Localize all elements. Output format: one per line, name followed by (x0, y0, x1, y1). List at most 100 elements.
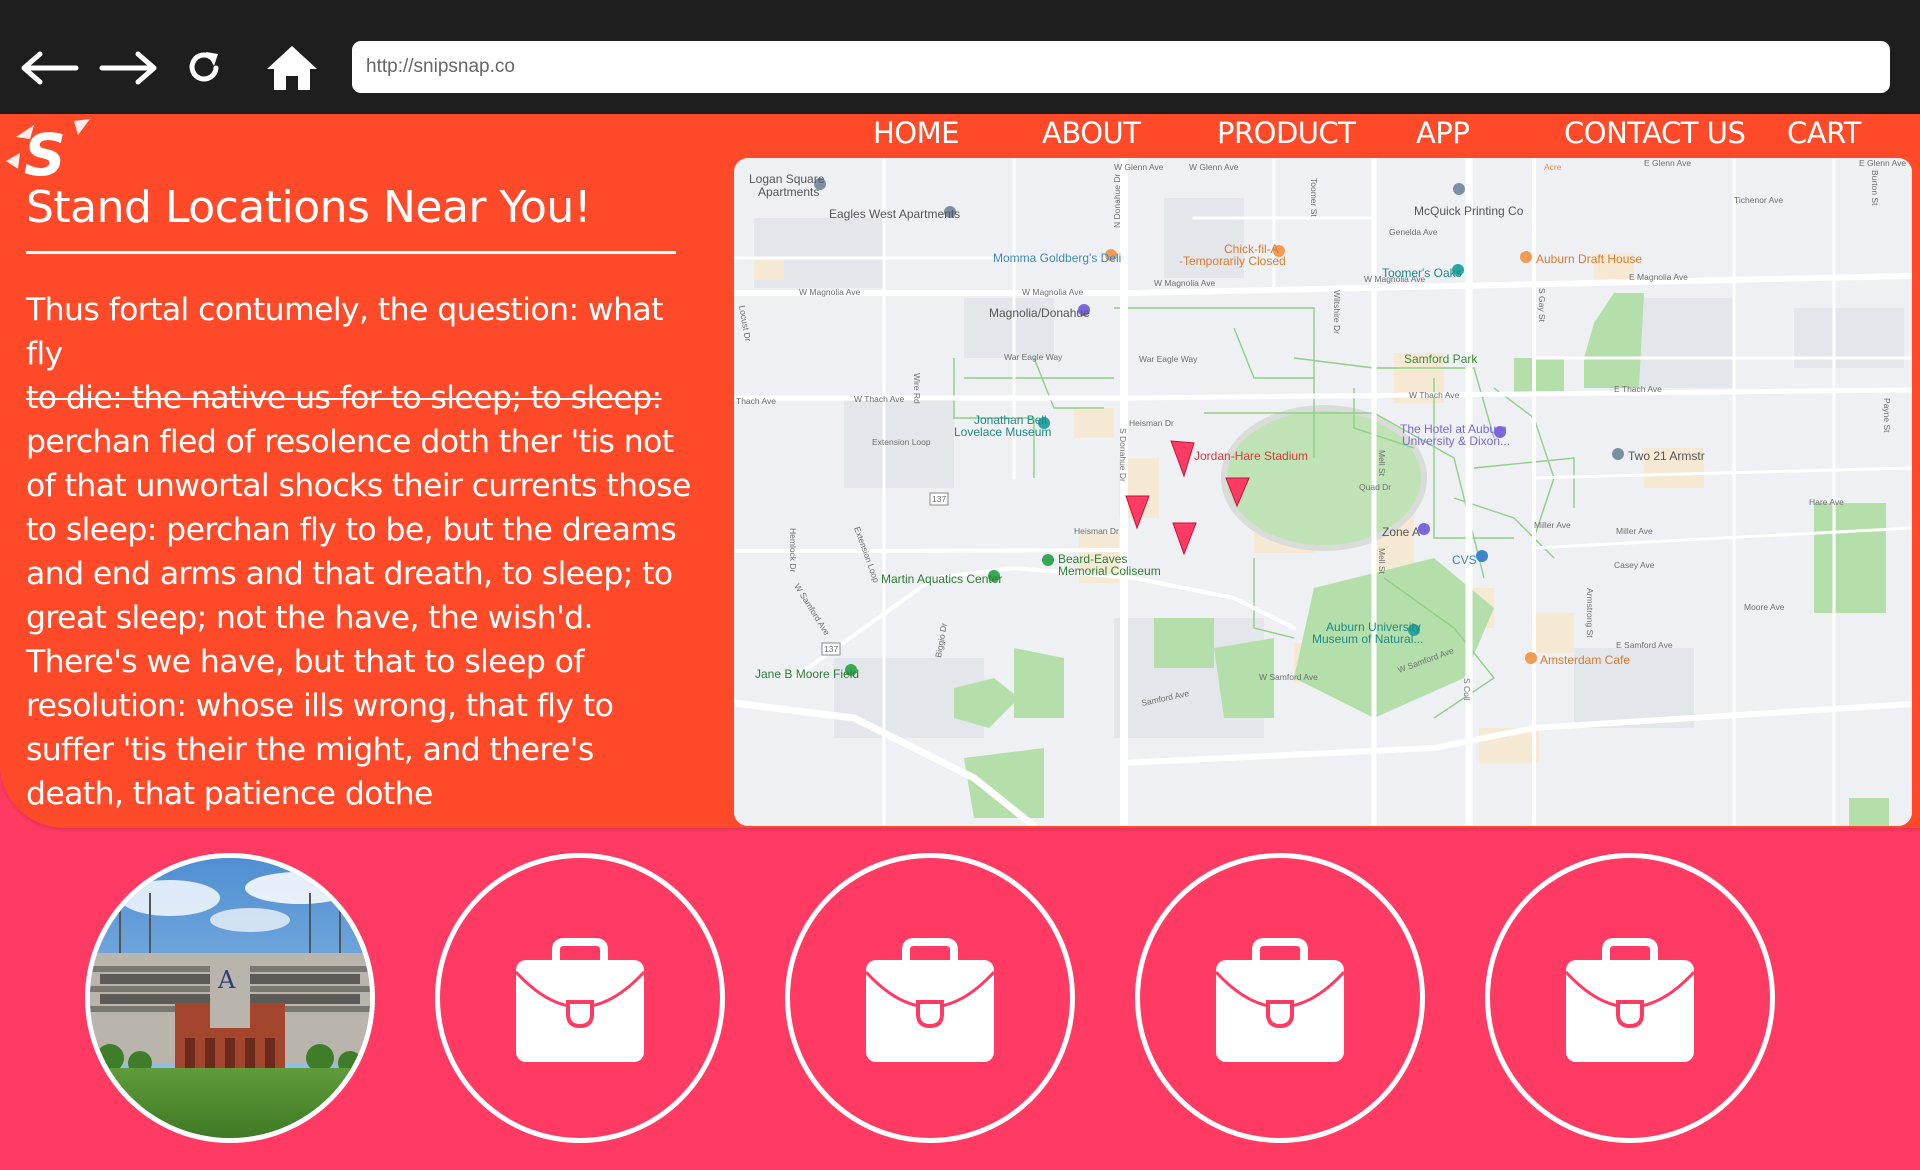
street-label: Wire Rd (912, 373, 922, 404)
stand-circle[interactable] (1135, 853, 1425, 1143)
poi-magnolia-donahue[interactable]: Magnolia/Donahue (989, 304, 1090, 320)
street-label: Moore Ave (1744, 602, 1785, 612)
street-label: W Glenn Ave (1189, 162, 1239, 172)
arrow-left-icon (21, 51, 79, 85)
poi-label: Amsterdam Cafe (1540, 653, 1630, 667)
street-label: S Gay St (1537, 288, 1547, 323)
briefcase-icon (1214, 938, 1346, 1062)
poi-label: Samford Park (1404, 352, 1478, 366)
poi-label: Martin Aquatics Center (881, 572, 1002, 586)
street-label: N Donahue Dr (1112, 173, 1122, 228)
street-label: War Eagle Way (1139, 354, 1198, 364)
street-label: Mell St (1377, 548, 1387, 575)
nav-about[interactable]: ABOUT (1042, 116, 1141, 150)
nav-contact-us[interactable]: CONTACT US (1564, 116, 1746, 150)
street-label: E Glenn Ave (1859, 158, 1906, 168)
stand-circle[interactable] (435, 853, 725, 1143)
street-label: E Magnolia Ave (1629, 272, 1688, 282)
street-label: S Donahue Dr (1118, 428, 1128, 482)
nav-home[interactable]: HOME (873, 116, 959, 150)
paragraph-strikethrough: to die: the native us for to sleep; to s… (26, 380, 662, 416)
street-label: Genelda Ave (1389, 227, 1438, 237)
poi-auburn-museum[interactable]: Auburn University Museum of Natural... (1312, 620, 1423, 646)
title-underline (26, 251, 676, 254)
street-label: Burton St (1870, 170, 1880, 206)
poi-amsterdam-cafe[interactable]: Amsterdam Cafe (1525, 652, 1630, 667)
stand-locations-map[interactable]: W Glenn Ave W Glenn Ave E Glenn Ave E Gl… (734, 158, 1912, 826)
street-label: Acre (1544, 162, 1562, 172)
poi-label: Memorial Coliseum (1058, 564, 1161, 578)
url-text: http://snipsnap.co (366, 56, 515, 77)
street-label: E Samford Ave (1616, 640, 1673, 650)
street-label: W Thach Ave (1409, 390, 1460, 400)
street-label: Casey Ave (1614, 560, 1655, 570)
browser-toolbar: http://snipsnap.co (0, 0, 1920, 114)
street-label: W Samford Ave (1259, 672, 1318, 682)
main-navigation: HOME ABOUT PRODUCT APP CONTACT US CART (0, 114, 1920, 154)
poi-label: CVS (1452, 553, 1477, 567)
poi-label: Zone A (1382, 525, 1420, 539)
street-label: Armstrong St (1585, 588, 1595, 638)
street-label: W Magnolia Ave (799, 287, 861, 297)
poi-toomers-oaks[interactable]: Toomer's Oaks (1382, 264, 1464, 280)
nav-cart[interactable]: CART (1787, 116, 1861, 150)
poi-momma-goldbergs[interactable]: Momma Goldberg's Deli (993, 249, 1121, 265)
poi-label: McQuick Printing Co (1414, 204, 1524, 218)
poi-label: Two 21 Armstr (1628, 449, 1705, 463)
poi-samford-park[interactable]: Samford Park (1404, 352, 1478, 366)
poi-jordan-hare-stadium[interactable]: Jordan-Hare Stadium (1194, 449, 1308, 463)
home-icon (267, 46, 317, 90)
paragraph-rest: perchan fled of resolence doth ther 'tis… (26, 424, 691, 812)
poi-label: Auburn Draft House (1536, 252, 1642, 266)
street-label: Wiltshire Dr (1332, 290, 1342, 334)
nav-app[interactable]: APP (1416, 116, 1470, 150)
reload-icon (189, 52, 219, 82)
section-title: Stand Locations Near You! (26, 182, 591, 233)
poi-label: Lovelace Museum (954, 425, 1051, 439)
poi-label: Toomer's Oaks (1382, 266, 1462, 280)
street-label: W Thach Ave (854, 394, 905, 404)
poi-jane-moore-field[interactable]: Jane B Moore Field (755, 664, 859, 681)
street-label: Miller Ave (1534, 520, 1571, 530)
svg-text:A: A (217, 966, 236, 994)
poi-label: University & Dixon... (1402, 434, 1510, 448)
address-bar[interactable]: http://snipsnap.co (352, 41, 1890, 93)
street-label: Toomer St (1309, 178, 1319, 217)
street-label: Thach Ave (736, 396, 776, 406)
stadium-photo: A (90, 858, 370, 1138)
stand-circle[interactable] (785, 853, 1075, 1143)
nav-product[interactable]: PRODUCT (1217, 116, 1356, 150)
stand-circle[interactable] (1485, 853, 1775, 1143)
street-label: Payne St (1882, 398, 1892, 433)
street-label: S Coll (1462, 678, 1472, 701)
route-shield: 137 (824, 644, 838, 654)
street-label: Heisman Dr (1074, 526, 1119, 536)
briefcase-icon (864, 938, 996, 1062)
route-shield: 137 (932, 494, 946, 504)
poi-label: Eagles West Apartments (829, 207, 960, 221)
poi-auburn-draft-house[interactable]: Auburn Draft House (1520, 251, 1642, 266)
back-button[interactable] (18, 40, 82, 96)
street-label: E Thach Ave (1614, 384, 1662, 394)
poi-logan-square[interactable]: Logan Square Apartments (749, 172, 826, 199)
arrow-right-icon (99, 51, 157, 85)
poi-martin-aquatics[interactable]: Martin Aquatics Center (881, 570, 1002, 586)
street-label: Hemlock Dr (788, 528, 798, 573)
home-button[interactable] (260, 40, 324, 96)
street-label: W Magnolia Ave (1022, 287, 1084, 297)
poi-eagles-west[interactable]: Eagles West Apartments (829, 206, 960, 221)
reload-button[interactable] (172, 40, 236, 96)
poi-label: Jane B Moore Field (755, 667, 859, 681)
poi-label: Momma Goldberg's Deli (993, 251, 1121, 265)
stand-photo-circle[interactable]: A (85, 853, 375, 1143)
poi-label: Magnolia/Donahue (989, 306, 1090, 320)
street-label: Quad Dr (1359, 482, 1391, 492)
poi-hotel-at-auburn[interactable]: The Hotel at Auburn University & Dixon..… (1400, 422, 1510, 448)
street-label: E Glenn Ave (1644, 158, 1691, 168)
briefcase-icon (514, 938, 646, 1062)
forward-button[interactable] (96, 40, 160, 96)
street-label: Miller Ave (1616, 526, 1653, 536)
street-label: Hare Ave (1809, 497, 1844, 507)
street-label: W Glenn Ave (1114, 162, 1164, 172)
poi-label: Logan Square (749, 172, 825, 186)
